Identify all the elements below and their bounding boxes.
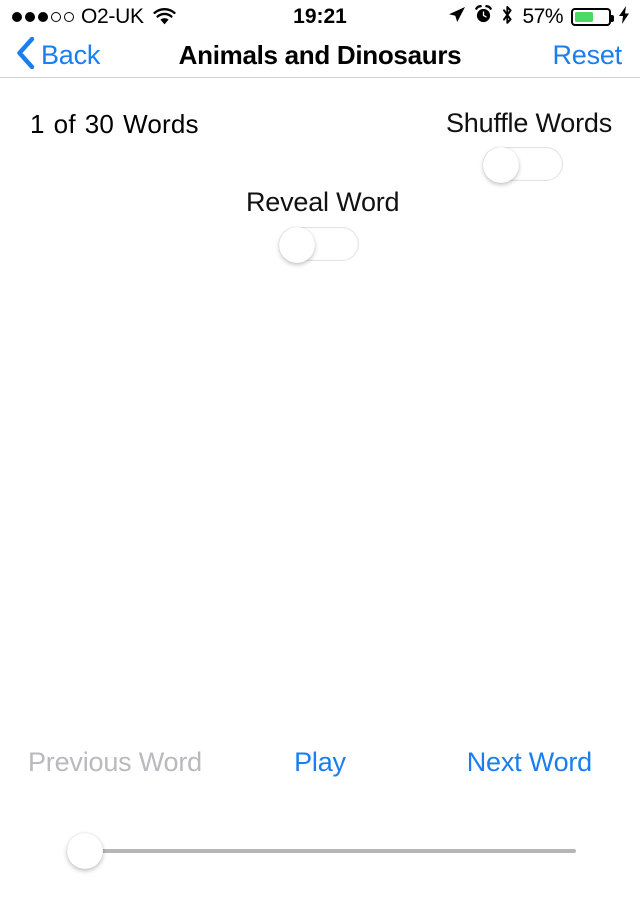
status-bar-right: 57% bbox=[447, 5, 630, 30]
page-title: Animals and Dinosaurs bbox=[178, 40, 462, 70]
toggle-knob bbox=[483, 147, 519, 183]
slider-thumb[interactable] bbox=[67, 833, 103, 869]
bluetooth-icon bbox=[501, 5, 514, 30]
word-counter-of: of bbox=[53, 109, 76, 139]
shuffle-words-toggle[interactable] bbox=[483, 147, 563, 183]
status-bar: O2-UK 19:21 57% bbox=[0, 0, 640, 34]
battery-icon bbox=[571, 8, 614, 26]
word-counter-current: 1 bbox=[30, 109, 45, 139]
playback-controls: Previous Word Play Next Word bbox=[0, 747, 640, 787]
next-word-button[interactable]: Next Word bbox=[467, 747, 592, 778]
word-counter-unit: Words bbox=[123, 109, 199, 139]
reset-button[interactable]: Reset bbox=[552, 40, 622, 71]
toggle-knob bbox=[279, 227, 315, 263]
lightning-bolt-icon bbox=[619, 5, 630, 29]
app-screen: O2-UK 19:21 57% Back Animals and Dinosau… bbox=[0, 0, 640, 920]
location-arrow-icon bbox=[447, 5, 466, 29]
word-counter: 1 of 30 Words bbox=[30, 109, 199, 140]
reveal-word-label: Reveal Word bbox=[246, 187, 400, 217]
main-content: 1 of 30 Words Shuffle Words Reveal Word Pre… bbox=[0, 79, 640, 920]
word-counter-total: 30 bbox=[84, 109, 115, 139]
shuffle-words-label: Shuffle Words bbox=[446, 108, 612, 138]
slider-track bbox=[85, 849, 576, 853]
navigation-bar: Back Animals and Dinosaurs Reset bbox=[0, 34, 640, 78]
speed-slider[interactable] bbox=[64, 827, 576, 877]
reveal-word-toggle[interactable] bbox=[279, 227, 359, 263]
battery-percent-label: 57% bbox=[522, 5, 563, 28]
alarm-clock-icon bbox=[474, 5, 493, 29]
